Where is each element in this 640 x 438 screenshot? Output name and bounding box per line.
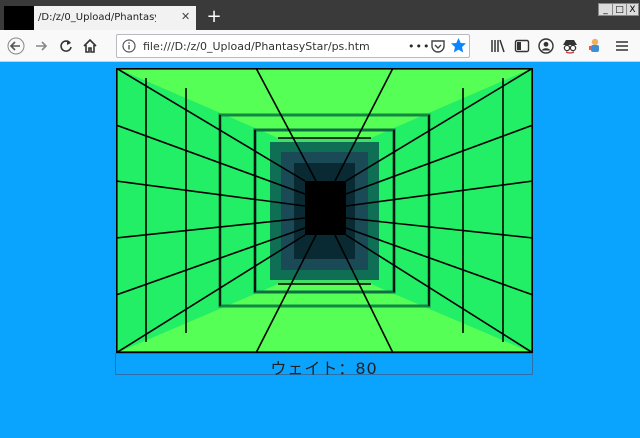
tab-close-icon[interactable]: ✕ bbox=[181, 10, 190, 23]
wait-status-text: ウェイト：80 bbox=[270, 359, 378, 378]
info-icon[interactable] bbox=[122, 39, 136, 53]
extension-spy-icon[interactable] bbox=[561, 37, 579, 55]
back-icon[interactable] bbox=[7, 37, 25, 55]
tab-favicon bbox=[4, 6, 34, 30]
page-actions-button[interactable]: ••• bbox=[408, 38, 430, 56]
home-icon[interactable] bbox=[81, 37, 99, 55]
corridor-end bbox=[305, 181, 346, 235]
url-text: file:///D:/z/0_Upload/PhantasyStar/ps.ht… bbox=[143, 40, 370, 53]
tab-title: /D:/z/0_Upload/PhantasyStar/ps.htm bbox=[38, 12, 156, 23]
new-tab-button[interactable]: + bbox=[204, 6, 224, 28]
forward-icon[interactable] bbox=[33, 37, 51, 55]
library-icon[interactable] bbox=[490, 38, 506, 54]
maximize-button[interactable]: □ bbox=[612, 3, 627, 16]
extension-character-icon[interactable] bbox=[586, 37, 604, 55]
bookmark-star-icon[interactable] bbox=[450, 37, 467, 54]
pocket-icon[interactable] bbox=[430, 38, 446, 54]
dungeon-view bbox=[116, 68, 533, 353]
close-window-button[interactable]: X bbox=[626, 3, 639, 16]
reload-icon[interactable] bbox=[57, 37, 75, 55]
minimize-button[interactable]: _ bbox=[598, 3, 613, 16]
account-icon[interactable] bbox=[538, 38, 554, 54]
menu-icon[interactable] bbox=[614, 38, 630, 54]
sidebar-icon[interactable] bbox=[514, 38, 530, 54]
